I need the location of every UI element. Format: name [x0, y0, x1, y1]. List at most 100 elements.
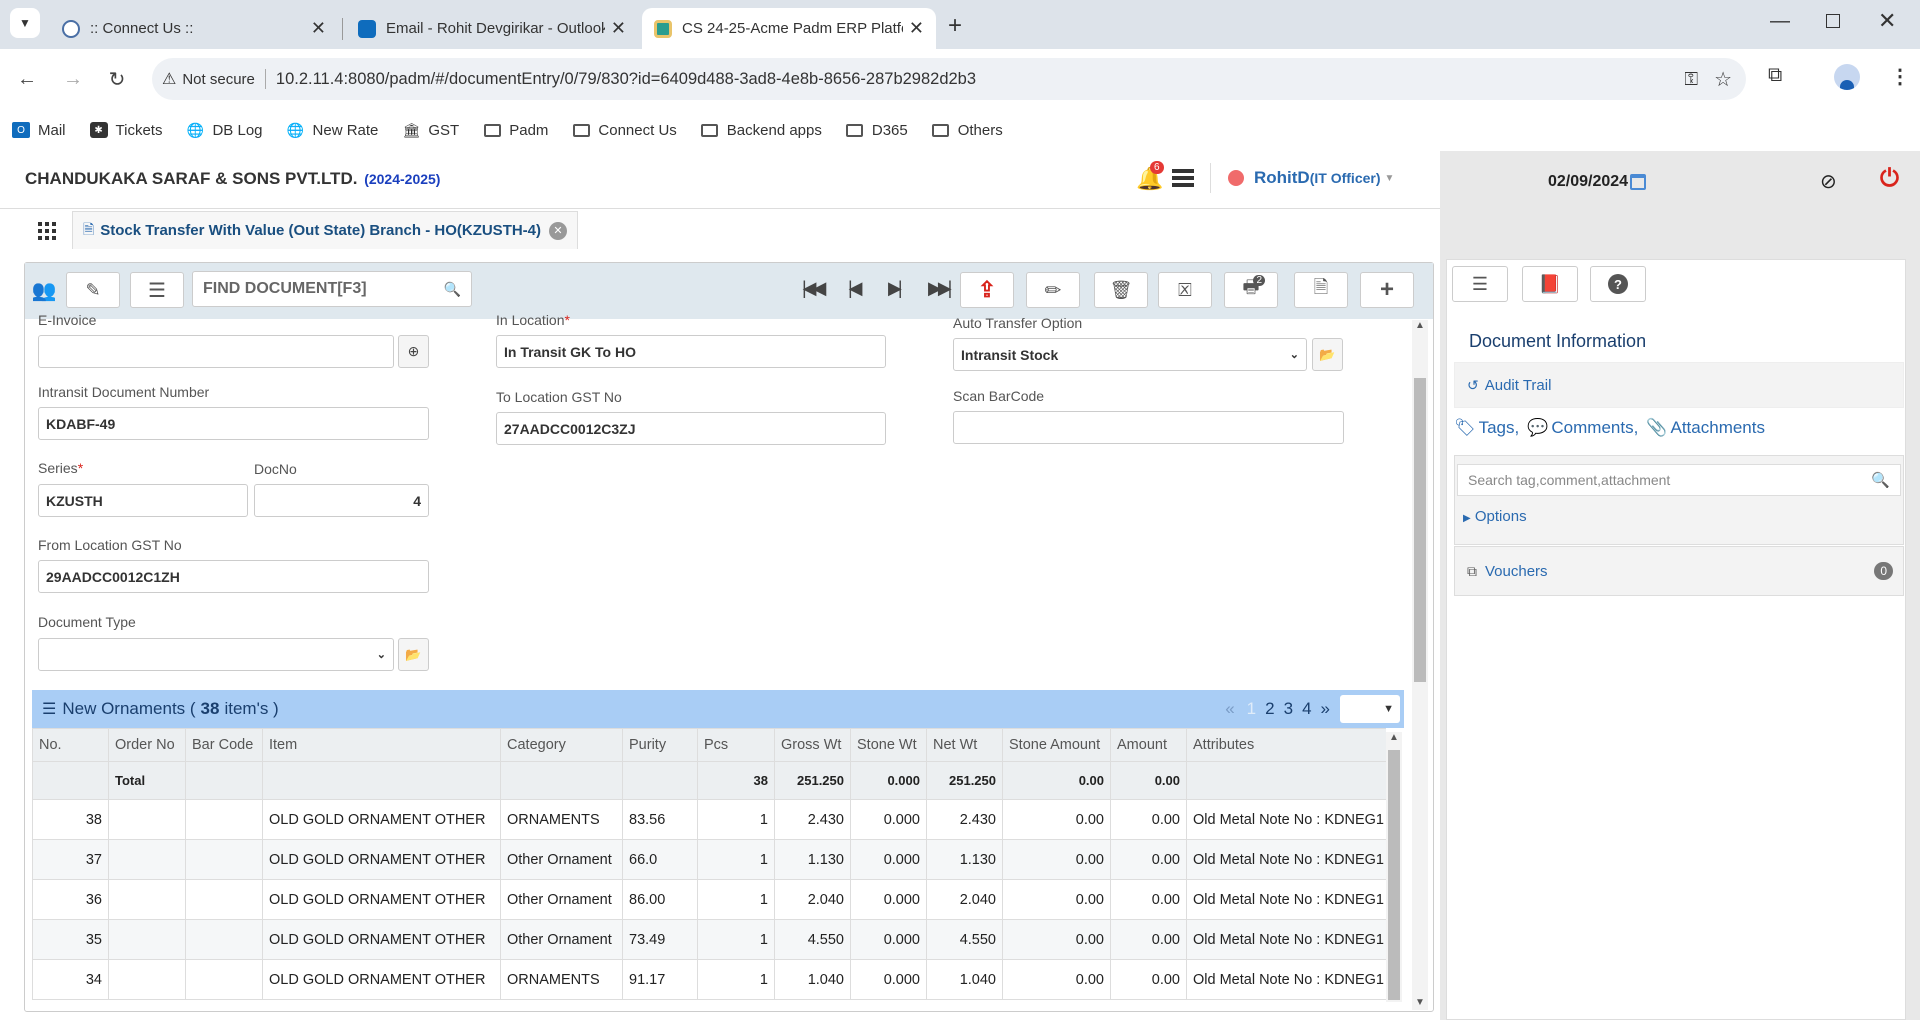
- cell-amount[interactable]: 0.00: [1110, 959, 1187, 1000]
- date-display[interactable]: 02/09/2024: [1548, 173, 1647, 191]
- new-tab-button[interactable]: +: [948, 12, 962, 40]
- not-secure-label[interactable]: Not secure: [182, 71, 255, 88]
- scan-barcode-input[interactable]: [953, 411, 1344, 444]
- cell-amount[interactable]: 0.00: [1110, 879, 1187, 920]
- apps-grid-icon[interactable]: [38, 222, 56, 240]
- bookmark-tickets[interactable]: ✱ Tickets: [89, 122, 162, 139]
- bookmark-backend-apps[interactable]: Backend apps: [701, 122, 822, 139]
- close-tab-icon[interactable]: ✕: [611, 18, 626, 39]
- browser-tab-erp[interactable]: CS 24-25-Acme Padm ERP Platform ✕: [642, 8, 936, 49]
- first-record-button[interactable]: |◀◀: [802, 278, 826, 299]
- server-menu-icon[interactable]: [1172, 169, 1194, 187]
- col-stone-amount[interactable]: Stone Amount: [1002, 728, 1111, 762]
- help-button[interactable]: ?: [1590, 266, 1646, 302]
- form-scroll-thumb[interactable]: [1414, 378, 1426, 682]
- table-row[interactable]: 35 OLD GOLD ORNAMENT OTHER Other Ornament 7…: [32, 919, 1386, 960]
- cell-stone-amount[interactable]: 0.00: [1002, 839, 1111, 880]
- cell-barcode[interactable]: [185, 799, 263, 840]
- minimize-window-button[interactable]: —: [1770, 10, 1790, 33]
- restore-window-button[interactable]: [1826, 14, 1840, 28]
- einvoice-input[interactable]: [38, 335, 394, 368]
- cell-category[interactable]: Other Ornament: [500, 839, 623, 880]
- cell-category[interactable]: ORNAMENTS: [500, 799, 623, 840]
- tags-link[interactable]: Tags,: [1479, 418, 1520, 438]
- tab-search-button[interactable]: ▼: [10, 8, 40, 38]
- bookmark-star-icon[interactable]: ☆: [1714, 67, 1732, 92]
- delete-button[interactable]: 🗑: [1094, 272, 1148, 308]
- cell-barcode[interactable]: [185, 959, 263, 1000]
- cell-no[interactable]: 38: [32, 799, 109, 840]
- cell-item[interactable]: OLD GOLD ORNAMENT OTHER: [262, 919, 501, 960]
- url-text[interactable]: 10.2.11.4:8080/padm/#/documentEntry/0/79…: [276, 70, 976, 89]
- auto-transfer-option-select[interactable]: Intransit Stock ⌄: [953, 338, 1307, 371]
- user-menu[interactable]: RohitD (IT Officer) ▼: [1228, 168, 1394, 188]
- bookmark-new-rate[interactable]: 🌐 New Rate: [287, 122, 379, 139]
- cell-attr[interactable]: Old Metal Note No : KDNEG1: [1186, 839, 1386, 880]
- close-window-button[interactable]: ✕: [1878, 8, 1896, 34]
- cell-attr[interactable]: Old Metal Note No : KDNEG1: [1186, 879, 1386, 920]
- back-button[interactable]: ←: [10, 62, 44, 96]
- cell-pcs[interactable]: 1: [697, 799, 775, 840]
- cell-gross[interactable]: 2.430: [774, 799, 851, 840]
- pager-page-1[interactable]: 1: [1247, 699, 1256, 719]
- cell-net[interactable]: 1.130: [926, 839, 1003, 880]
- col-order-no[interactable]: Order No: [108, 728, 186, 762]
- table-row[interactable]: 36 OLD GOLD ORNAMENT OTHER Other Ornament 8…: [32, 879, 1386, 920]
- list-view-button[interactable]: ☰: [130, 272, 184, 308]
- reload-button[interactable]: ↻: [100, 62, 134, 96]
- bookmark-connect-us[interactable]: Connect Us: [572, 122, 677, 139]
- tag-search-input[interactable]: Search tag,comment,attachment 🔍: [1457, 464, 1901, 496]
- cell-stone-amount[interactable]: 0.00: [1002, 799, 1111, 840]
- cell-stone[interactable]: 0.000: [850, 919, 927, 960]
- cell-attr[interactable]: Old Metal Note No : KDNEG1: [1186, 959, 1386, 1000]
- cell-stone[interactable]: 0.000: [850, 879, 927, 920]
- cell-gross[interactable]: 1.130: [774, 839, 851, 880]
- close-document-tab-icon[interactable]: ✕: [549, 221, 568, 240]
- cell-attr[interactable]: Old Metal Note No : KDNEG1: [1186, 919, 1386, 960]
- hide-eye-icon[interactable]: ⊘: [1820, 169, 1837, 194]
- cell-amount[interactable]: 0.00: [1110, 799, 1187, 840]
- browser-tab-email[interactable]: Email - Rohit Devgirikar - Outlook ✕: [346, 8, 638, 49]
- logout-power-icon[interactable]: ⏻: [1880, 165, 1899, 193]
- cell-gross[interactable]: 4.550: [774, 919, 851, 960]
- cell-attr[interactable]: Old Metal Note No : KDNEG1: [1186, 799, 1386, 840]
- cell-purity[interactable]: 86.00: [622, 879, 698, 920]
- table-row[interactable]: 37 OLD GOLD ORNAMENT OTHER Other Ornament 6…: [32, 839, 1386, 880]
- cell-stone-amount[interactable]: 0.00: [1002, 919, 1111, 960]
- search-icon[interactable]: 🔍: [444, 281, 461, 298]
- cell-net[interactable]: 4.550: [926, 919, 1003, 960]
- cell-item[interactable]: OLD GOLD ORNAMENT OTHER: [262, 799, 501, 840]
- cell-pcs[interactable]: 1: [697, 879, 775, 920]
- find-document-input[interactable]: FIND DOCUMENT[F3] 🔍: [192, 271, 472, 307]
- pager-page-4[interactable]: 4: [1302, 699, 1311, 719]
- audit-trail-link[interactable]: ↺ Audit Trail: [1454, 362, 1904, 408]
- col-pcs[interactable]: Pcs: [697, 728, 775, 762]
- cancel-document-button[interactable]: 🗵: [1158, 272, 1212, 308]
- cell-net[interactable]: 1.040: [926, 959, 1003, 1000]
- cell-barcode[interactable]: [185, 839, 263, 880]
- col-stone-wt[interactable]: Stone Wt: [850, 728, 927, 762]
- cell-barcode[interactable]: [185, 879, 263, 920]
- upload-button[interactable]: ⇪: [960, 272, 1014, 308]
- pager-next[interactable]: »: [1321, 699, 1330, 719]
- next-record-button[interactable]: ▶|: [888, 278, 902, 299]
- doc-info-list-button[interactable]: ☰: [1452, 266, 1508, 302]
- close-tab-icon[interactable]: ✕: [909, 18, 924, 39]
- document-tab[interactable]: 🗎 Stock Transfer With Value (Out State) …: [72, 211, 579, 249]
- document-button[interactable]: 🗎: [1294, 272, 1348, 308]
- bookmark-others[interactable]: Others: [932, 122, 1003, 139]
- col-bar-code[interactable]: Bar Code: [185, 728, 263, 762]
- cell-pcs[interactable]: 1: [697, 919, 775, 960]
- add-new-button[interactable]: +: [1360, 272, 1414, 308]
- close-tab-icon[interactable]: ✕: [311, 18, 326, 39]
- cell-category[interactable]: Other Ornament: [500, 919, 623, 960]
- cell-stone-amount[interactable]: 0.00: [1002, 959, 1111, 1000]
- calendar-icon[interactable]: [1630, 174, 1647, 190]
- edit-button[interactable]: ✏: [1026, 272, 1080, 308]
- comments-link[interactable]: Comments,: [1551, 418, 1638, 438]
- document-type-lookup-button[interactable]: 📂: [398, 638, 429, 671]
- cell-no[interactable]: 36: [32, 879, 109, 920]
- last-record-button[interactable]: ▶▶|: [928, 278, 952, 299]
- cell-order[interactable]: [108, 959, 186, 1000]
- cell-barcode[interactable]: [185, 919, 263, 960]
